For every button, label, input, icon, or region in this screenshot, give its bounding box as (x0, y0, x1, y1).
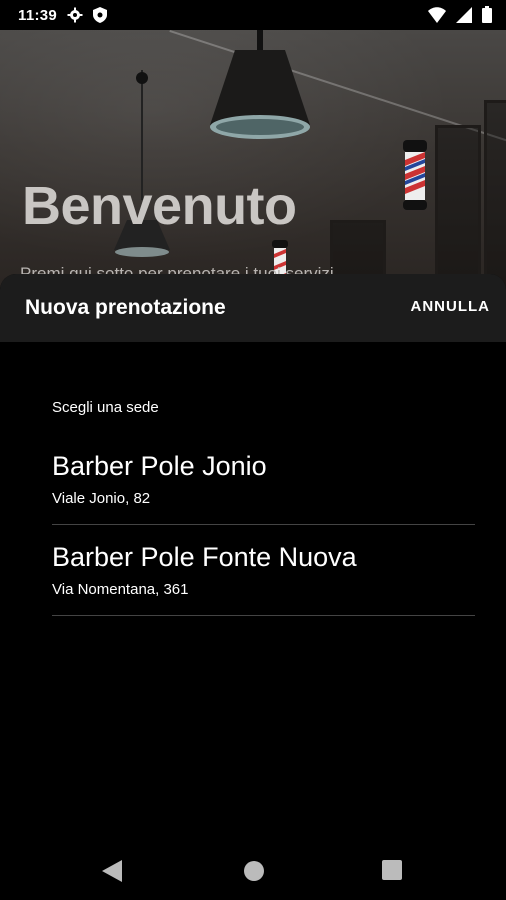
location-address: Viale Jonio, 82 (52, 490, 151, 507)
hero-background: Benvenuto Premi qui sotto per prenotare … (0, 30, 506, 290)
booking-sheet: Nuova prenotazione ANNULLA Scegli una se… (0, 274, 506, 900)
recents-icon[interactable] (382, 860, 402, 885)
sheet-title: Nuova prenotazione (25, 296, 226, 319)
back-icon[interactable] (102, 860, 122, 887)
cancel-button[interactable]: ANNULLA (411, 298, 491, 315)
status-bar: 11:39 (0, 0, 506, 30)
home-icon[interactable] (243, 860, 265, 887)
gear-icon (67, 7, 83, 23)
hero-title: Benvenuto (22, 176, 297, 236)
location-list: Barber Pole Jonio Viale Jonio, 82 Barber… (52, 434, 475, 616)
barber-pole-image (403, 140, 427, 210)
shield-icon (93, 7, 108, 23)
signal-icon (456, 6, 472, 28)
battery-icon (482, 6, 492, 28)
section-label: Scegli una sede (52, 399, 159, 416)
location-name: Barber Pole Fonte Nuova (52, 542, 357, 572)
sheet-header: Nuova prenotazione ANNULLA (0, 274, 506, 342)
navigation-bar (0, 842, 506, 900)
wifi-icon (428, 6, 446, 28)
location-name: Barber Pole Jonio (52, 451, 267, 481)
list-item[interactable]: Barber Pole Jonio Viale Jonio, 82 (52, 434, 475, 525)
lamp-image (210, 30, 310, 139)
location-address: Via Nomentana, 361 (52, 581, 189, 598)
status-time: 11:39 (18, 6, 58, 24)
list-item[interactable]: Barber Pole Fonte Nuova Via Nomentana, 3… (52, 525, 475, 616)
